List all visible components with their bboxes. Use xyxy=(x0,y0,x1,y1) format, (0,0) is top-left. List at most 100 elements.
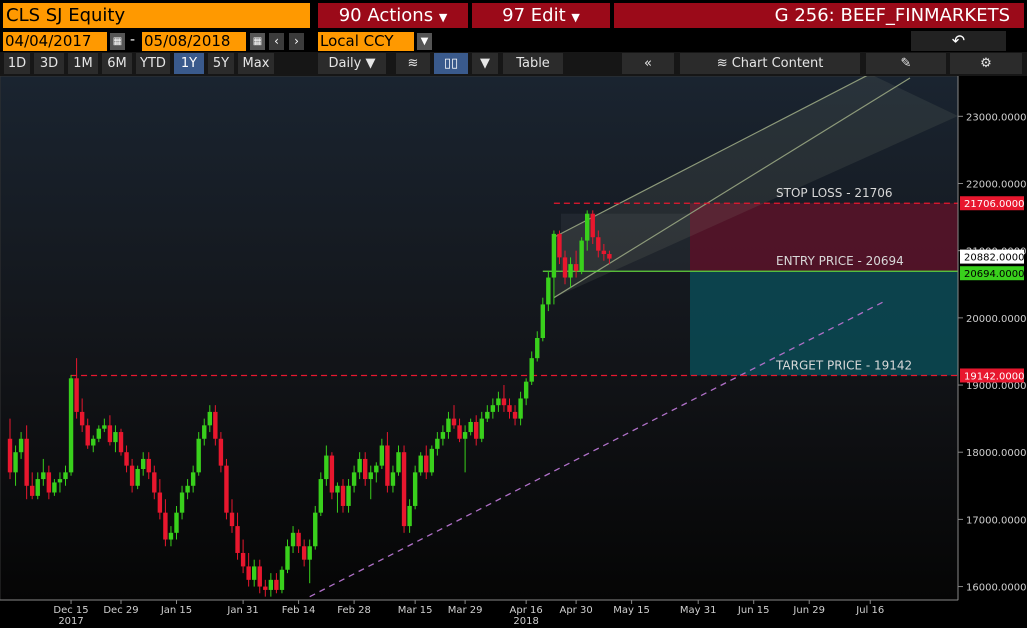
candle-body xyxy=(573,264,579,271)
chart-content-button[interactable]: ≋ Chart Content xyxy=(680,53,860,74)
candle-body xyxy=(279,569,285,590)
end-date-field[interactable]: 05/08/2018 xyxy=(142,32,246,51)
candle-body xyxy=(451,418,457,426)
candle-body xyxy=(129,465,135,486)
edit-pencil-icon[interactable]: ✎ xyxy=(866,53,946,74)
frequency-select[interactable]: Daily ▼ xyxy=(318,53,386,74)
candle-body xyxy=(335,485,340,493)
gear-icon[interactable]: ⚙ xyxy=(950,53,1022,74)
x-tick-label: Apr 30 xyxy=(559,605,592,616)
candle-body xyxy=(185,485,190,493)
x-tick-label: Jan 15 xyxy=(160,605,192,616)
chevron-down-icon[interactable]: ▼ xyxy=(472,53,498,74)
candle-body xyxy=(446,418,451,433)
candle-body xyxy=(429,448,434,473)
candle-body xyxy=(607,254,612,259)
candlestick-icon[interactable]: ▯▯ xyxy=(434,53,468,74)
next-period-icon[interactable]: › xyxy=(289,33,304,50)
chevron-down-icon: ▼ xyxy=(571,11,580,24)
candle-body xyxy=(390,472,396,486)
page-title: G 256: BEEF_FINMARKETS xyxy=(614,3,1024,28)
candle-body xyxy=(107,425,113,443)
candle-body xyxy=(546,277,551,305)
candle-body xyxy=(168,532,174,540)
x-year-label: 2017 xyxy=(58,616,83,627)
candle-body xyxy=(124,452,129,466)
calendar-icon[interactable]: ▦ xyxy=(250,33,265,50)
range-button-max[interactable]: Max xyxy=(238,53,274,74)
collapse-button[interactable]: « xyxy=(622,53,674,74)
candle-body xyxy=(374,465,379,473)
actions-menu-button[interactable]: 90 Actions ▼ xyxy=(318,3,468,28)
candle-body xyxy=(418,455,423,473)
back-arrow-icon[interactable]: ↶ xyxy=(911,31,1006,51)
range-button-1m[interactable]: 1M xyxy=(68,53,98,74)
range-button-1y[interactable]: 1Y xyxy=(174,53,204,74)
candle-body xyxy=(96,428,101,439)
candle-body xyxy=(13,452,18,473)
last-price-tag: 20882.0000 xyxy=(964,253,1024,264)
x-tick-label: Jul 16 xyxy=(855,605,884,616)
range-button-1d[interactable]: 1D xyxy=(4,53,30,74)
candle-body xyxy=(91,438,96,446)
candle-body xyxy=(424,455,429,473)
chart-content-icon: ≋ xyxy=(716,56,728,71)
candle-body xyxy=(224,465,229,513)
line-chart-icon[interactable]: ≋ xyxy=(396,53,430,74)
candle-body xyxy=(24,438,29,486)
candle-body xyxy=(324,455,329,480)
candle-body xyxy=(235,526,240,553)
candle-body xyxy=(557,233,562,258)
ticker-field[interactable]: CLS SJ Equity xyxy=(3,3,310,28)
candle-body xyxy=(179,492,185,513)
currency-select[interactable]: Local CCY xyxy=(318,32,414,51)
candle-body xyxy=(579,240,584,271)
price-chart[interactable]: STOP LOSS - 21706 ENTRY PRICE - 20694 TARG… xyxy=(0,76,1027,628)
candle-body xyxy=(368,472,373,480)
candle-body xyxy=(257,566,262,587)
candle-body xyxy=(490,405,496,412)
candle-body xyxy=(268,579,274,590)
candle-body xyxy=(190,472,196,486)
candle-body xyxy=(518,398,523,419)
candle-body xyxy=(496,398,501,406)
range-button-6m[interactable]: 6M xyxy=(102,53,132,74)
entry-price-label: ENTRY PRICE - 20694 xyxy=(776,254,904,268)
candle-body xyxy=(346,485,351,506)
range-button-3d[interactable]: 3D xyxy=(34,53,64,74)
candle-body xyxy=(568,264,573,278)
candle-body xyxy=(52,482,57,493)
candle-body xyxy=(207,411,212,426)
candle-body xyxy=(174,512,179,533)
candle-body xyxy=(407,505,412,527)
chevron-down-icon[interactable]: ▼ xyxy=(417,33,432,50)
candle-body xyxy=(562,257,568,278)
candle-body xyxy=(118,432,124,453)
candle-body xyxy=(152,472,157,493)
candle-body xyxy=(141,458,146,469)
candle-body xyxy=(113,432,118,443)
candle-body xyxy=(457,425,462,439)
candle-body xyxy=(357,458,362,473)
candle-body xyxy=(146,458,151,473)
x-tick-label: Mar 15 xyxy=(398,605,433,616)
stop-loss-tag: 21706.0000 xyxy=(964,199,1024,210)
table-button[interactable]: Table xyxy=(503,53,563,74)
chevron-down-icon: ▼ xyxy=(438,11,448,24)
candle-body xyxy=(479,418,484,439)
edit-menu-button[interactable]: 97 Edit ▼ xyxy=(472,3,610,28)
candle-body xyxy=(18,438,24,453)
prev-period-icon[interactable]: ‹ xyxy=(269,33,284,50)
target-price-label: TARGET PRICE - 19142 xyxy=(775,358,912,372)
range-button-5y[interactable]: 5Y xyxy=(208,53,234,74)
candle-body xyxy=(74,378,79,412)
candle-body xyxy=(274,579,279,590)
y-tick-label: 17000.0000 xyxy=(966,515,1026,526)
calendar-icon[interactable]: ▦ xyxy=(110,33,125,50)
range-button-ytd[interactable]: YTD xyxy=(136,53,170,74)
candle-body xyxy=(301,546,307,560)
candle-body xyxy=(313,512,318,547)
actions-label: 90 Actions xyxy=(338,5,434,26)
start-date-field[interactable]: 04/04/2017 xyxy=(3,32,107,51)
x-tick-label: Apr 16 xyxy=(510,605,543,616)
